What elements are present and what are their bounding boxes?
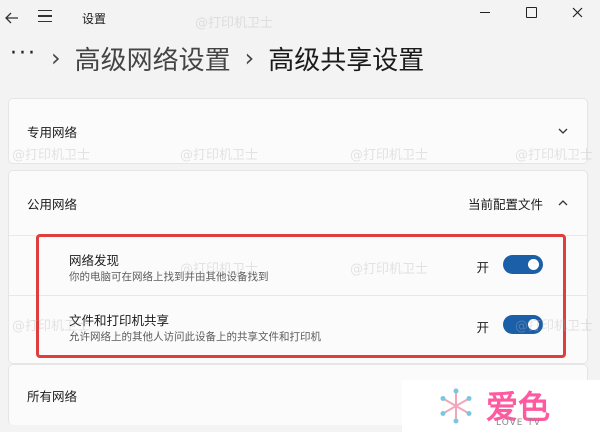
maximize-button[interactable]: [508, 0, 554, 24]
minimize-button[interactable]: [462, 0, 508, 24]
back-arrow-icon: [5, 12, 18, 24]
breadcrumb-separator-icon: ›: [50, 44, 61, 72]
snowflake-logo-icon: [440, 388, 472, 424]
breadcrumb: ··· › 高级网络设置 › 高级共享设置: [10, 38, 424, 78]
public-network-label: 公用网络: [27, 196, 78, 212]
close-icon: [572, 7, 582, 17]
window-controls: [462, 0, 600, 24]
current-profile-badge: 当前配置文件: [467, 196, 543, 212]
chevron-up-icon: [558, 200, 568, 206]
page-title: 高级共享设置: [268, 45, 425, 76]
hamburger-menu-icon[interactable]: [38, 10, 52, 23]
breadcrumb-separator-icon: ›: [244, 44, 255, 72]
all-networks-label: 所有网络: [27, 388, 78, 404]
private-network-label: 专用网络: [27, 124, 78, 140]
close-button[interactable]: [554, 0, 600, 24]
app-title: 设置: [82, 12, 107, 26]
minimize-icon: [480, 11, 490, 13]
logo: 爱色 LOVE TV: [402, 380, 600, 432]
private-network-section[interactable]: 专用网络: [8, 98, 588, 164]
maximize-icon: [525, 6, 537, 18]
back-button[interactable]: [0, 6, 24, 30]
title-bar: 设置: [0, 0, 600, 36]
breadcrumb-more-button[interactable]: ···: [10, 41, 37, 66]
highlight-box: [36, 234, 566, 358]
chevron-down-icon: [558, 128, 568, 134]
breadcrumb-item-advanced-network[interactable]: 高级网络设置: [75, 40, 231, 77]
public-network-header[interactable]: 公用网络 当前配置文件: [9, 171, 587, 235]
logo-subtext: LOVE TV: [496, 418, 541, 428]
